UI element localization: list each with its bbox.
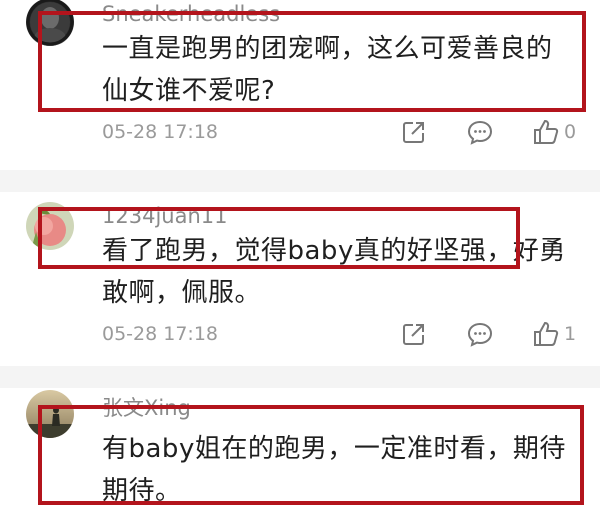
highlight-box bbox=[38, 405, 584, 505]
divider bbox=[0, 366, 600, 388]
comment-timestamp: 05-28 17:18 bbox=[102, 323, 219, 345]
comment-meta: 05-28 17:18 0 bbox=[0, 118, 600, 148]
divider bbox=[0, 170, 600, 192]
share-icon[interactable] bbox=[400, 320, 428, 348]
highlight-box bbox=[38, 207, 520, 269]
comment-icon[interactable] bbox=[466, 118, 494, 146]
comment-meta: 05-28 17:18 1 bbox=[0, 320, 600, 350]
thumbs-up-icon[interactable] bbox=[532, 118, 560, 146]
share-icon[interactable] bbox=[400, 118, 428, 146]
comment-item: 张文Xing 有baby姐在的跑男，一定准时看，期待期待。 bbox=[0, 388, 600, 506]
like-count: 0 bbox=[564, 121, 577, 143]
like-count: 1 bbox=[564, 323, 577, 345]
comment-timestamp: 05-28 17:18 bbox=[102, 121, 219, 143]
comment-icon[interactable] bbox=[466, 320, 494, 348]
highlight-box bbox=[38, 11, 586, 112]
comment-item: 1234juan11 看了跑男，觉得baby真的好坚强，好勇敢啊，佩服。 05-… bbox=[0, 192, 600, 366]
thumbs-up-icon[interactable] bbox=[532, 320, 560, 348]
comment-item: Sneakerheadless 一直是跑男的团宠啊，这么可爱善良的仙女谁不爱呢?… bbox=[0, 0, 600, 170]
